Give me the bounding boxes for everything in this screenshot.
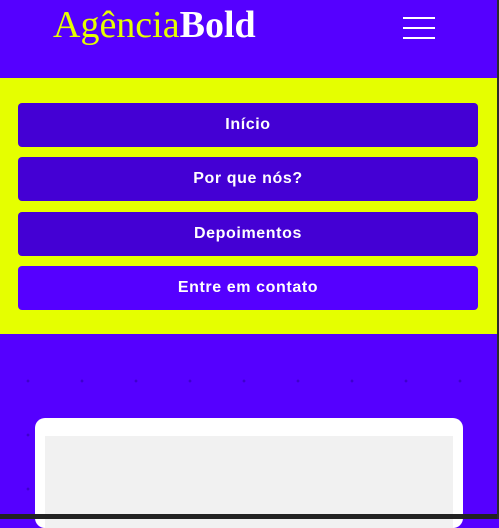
logo-text-bold: Bold xyxy=(179,4,256,46)
logo-text-light: Agência xyxy=(53,4,180,46)
window-bottom-edge xyxy=(0,514,499,519)
site-logo[interactable]: AgênciaBold xyxy=(53,4,256,46)
hamburger-menu-icon[interactable] xyxy=(401,15,437,40)
nav-item-depoimentos[interactable]: Depoimentos xyxy=(18,212,478,256)
menu-line-middle xyxy=(403,27,435,29)
nav-item-inicio[interactable]: Início xyxy=(18,103,478,147)
content-card xyxy=(35,418,463,528)
site-header: AgênciaBold xyxy=(0,0,499,78)
mobile-nav-menu: Início Por que nós? Depoimentos Entre em… xyxy=(0,78,499,334)
menu-line-top xyxy=(403,17,435,19)
nav-item-entre-em-contato[interactable]: Entre em contato xyxy=(18,266,478,310)
nav-item-por-que-nos[interactable]: Por que nós? xyxy=(18,157,478,201)
menu-line-bottom xyxy=(403,37,435,39)
